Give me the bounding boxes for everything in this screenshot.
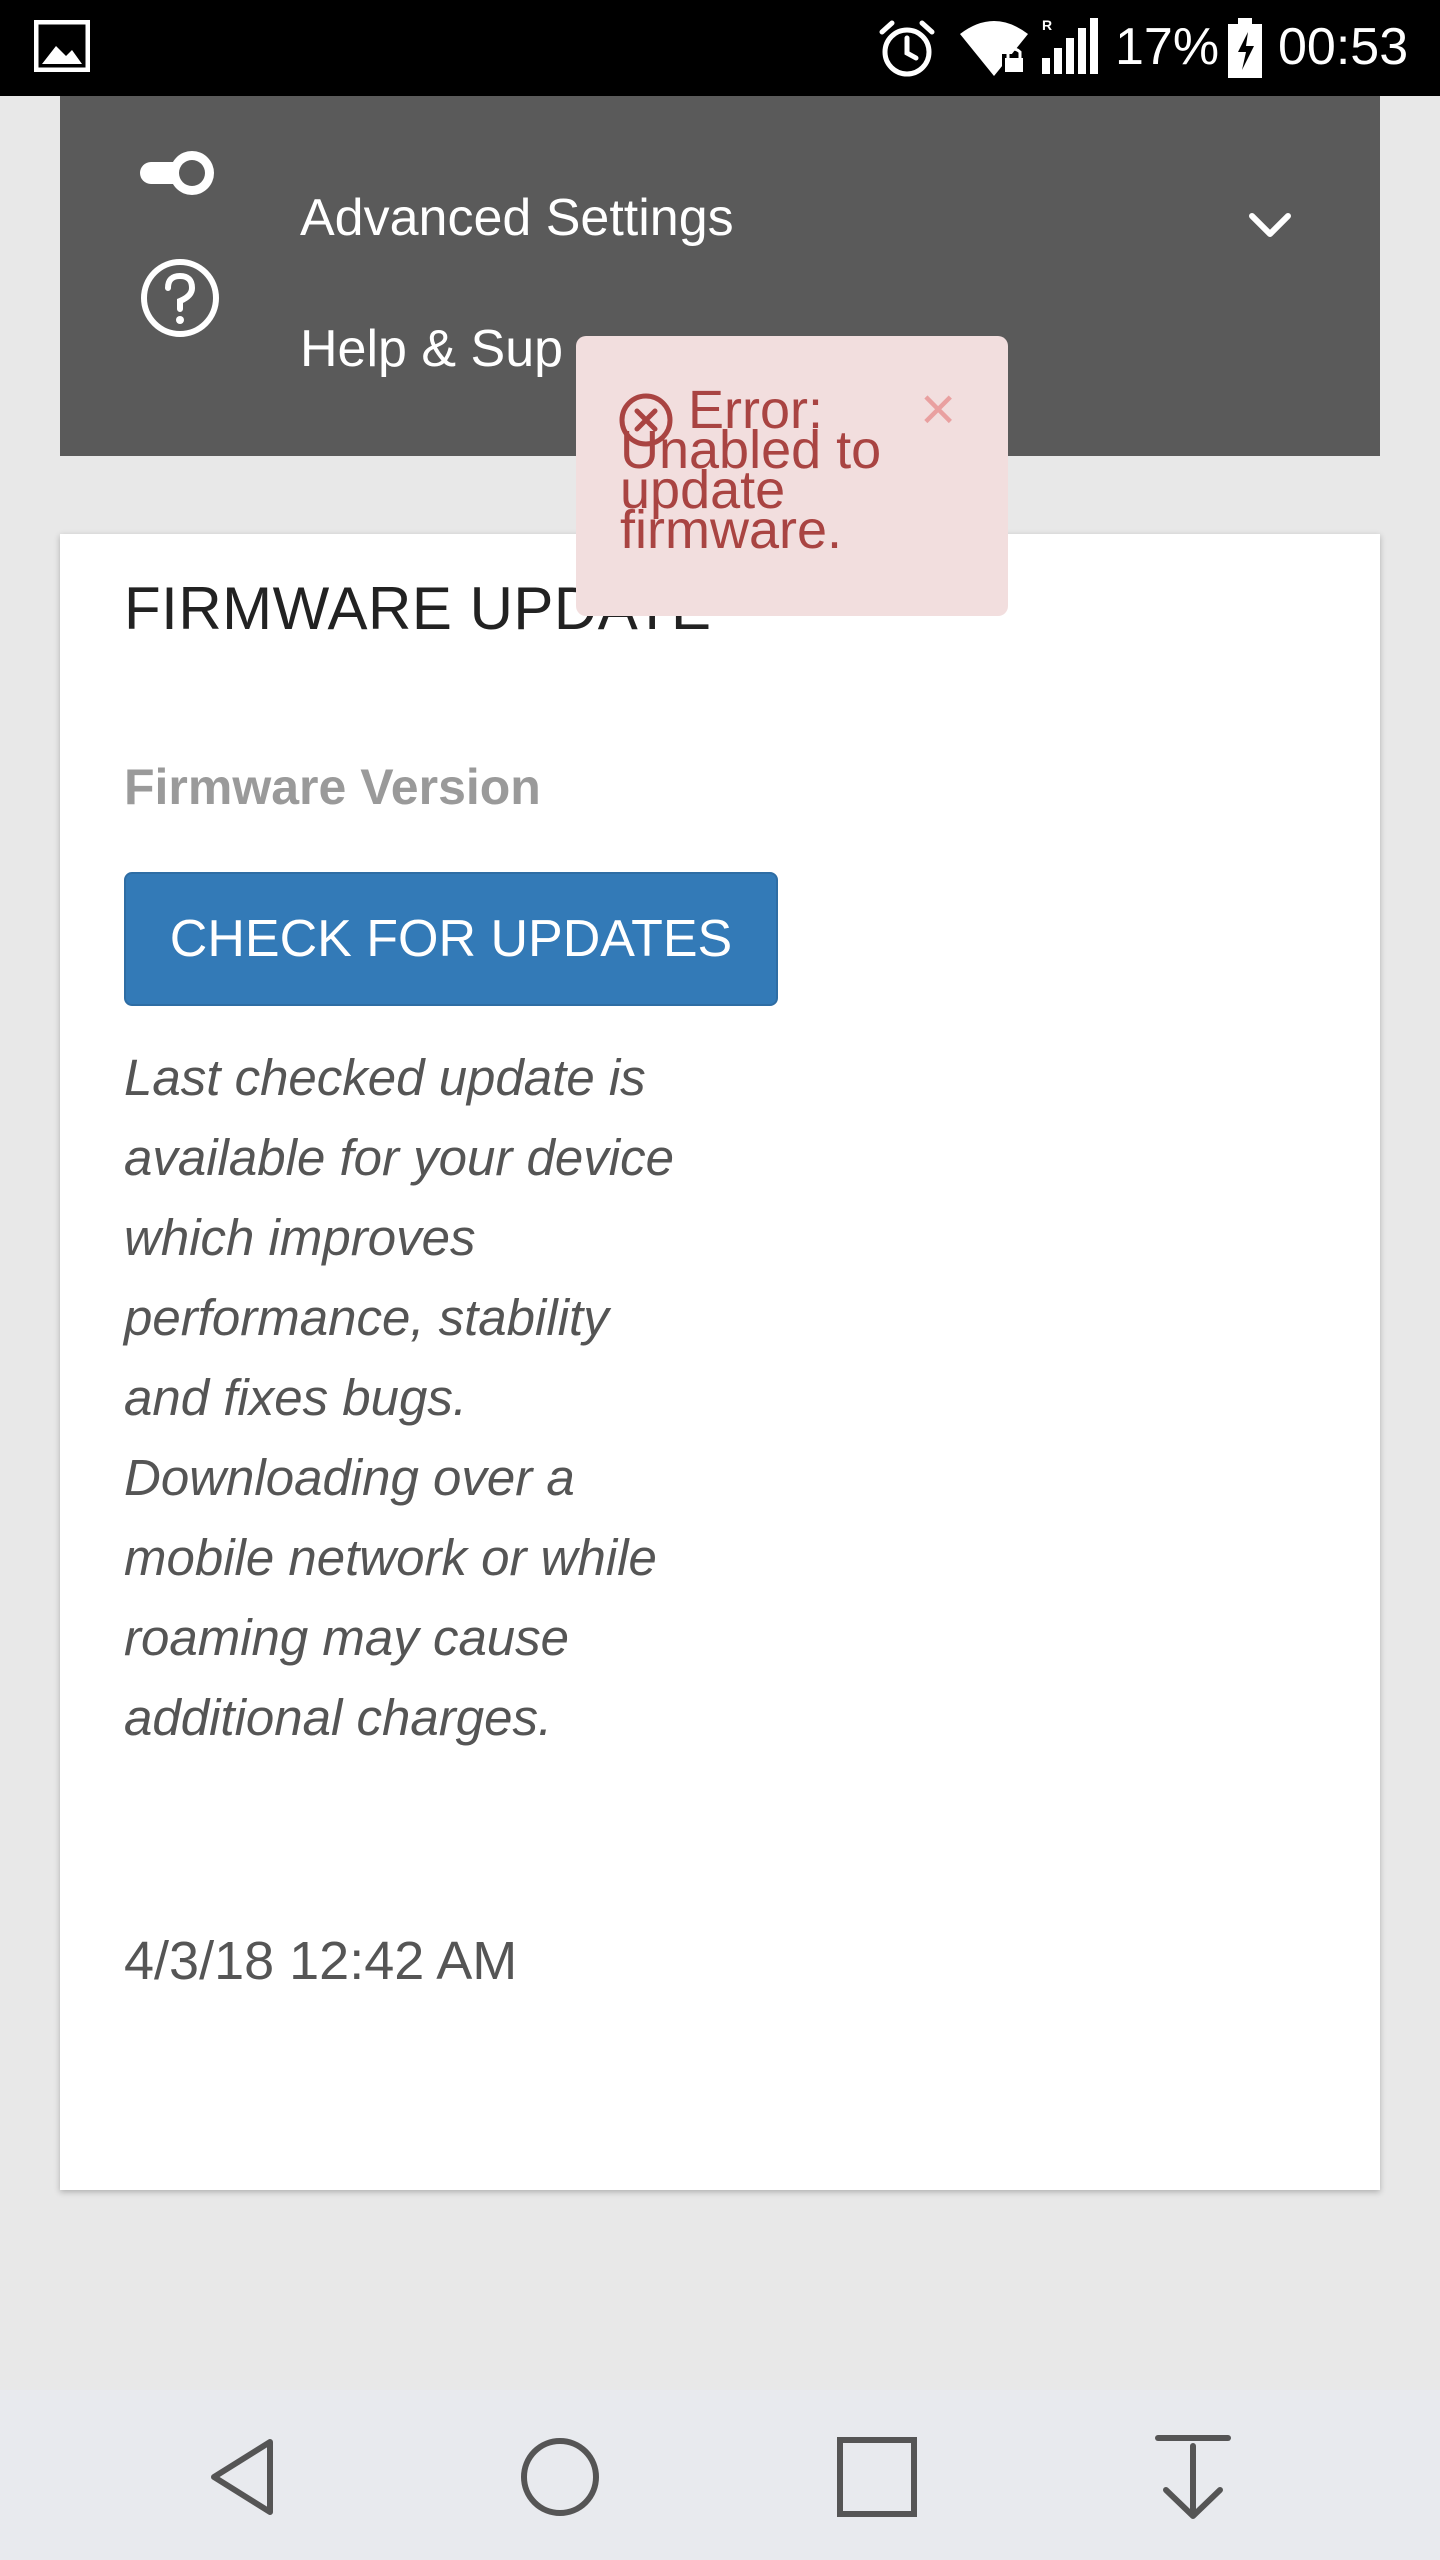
menu-item-label: Advanced Settings <box>300 189 734 247</box>
back-icon[interactable] <box>200 2432 290 2522</box>
help-circle-icon <box>141 259 219 337</box>
menu-item-label: Help & Sup <box>300 320 564 378</box>
close-icon[interactable]: × <box>920 379 956 441</box>
notification-pull-icon[interactable] <box>1148 2432 1238 2522</box>
signal-icon: R <box>1042 17 1098 74</box>
recent-apps-icon[interactable] <box>832 2432 922 2522</box>
alarm-icon <box>879 20 935 77</box>
error-toast: × Error: Unabled to update firmware. <box>576 336 1008 616</box>
last-checked-timestamp: 4/3/18 12:42 AM <box>124 1931 518 1991</box>
error-message: Error: Unabled to update firmware. <box>620 380 882 560</box>
wifi-lock-icon <box>960 21 1028 76</box>
firmware-version-label: Firmware Version <box>124 759 541 815</box>
svg-text:R: R <box>1042 17 1052 33</box>
status-bar: R 17% 00:53 <box>0 0 1440 96</box>
menu-item-advanced-settings[interactable]: Advanced Settings <box>60 96 1380 247</box>
navigation-bar <box>0 2390 1440 2560</box>
clock: 00:53 <box>1278 18 1409 76</box>
home-icon[interactable] <box>515 2432 605 2522</box>
check-for-updates-button[interactable]: CHECK FOR UPDATES <box>124 872 778 1006</box>
gallery-icon <box>34 20 90 72</box>
update-description: Last checked update is available for you… <box>124 1049 674 1746</box>
firmware-update-card: FIRMWARE UPDATE Firmware Version CHECK F… <box>60 534 1380 2190</box>
chevron-down-icon[interactable] <box>1240 202 1300 246</box>
toggle-icon <box>140 151 214 195</box>
battery-charging-icon <box>1228 18 1262 78</box>
battery-percent: 17% <box>1115 18 1220 76</box>
